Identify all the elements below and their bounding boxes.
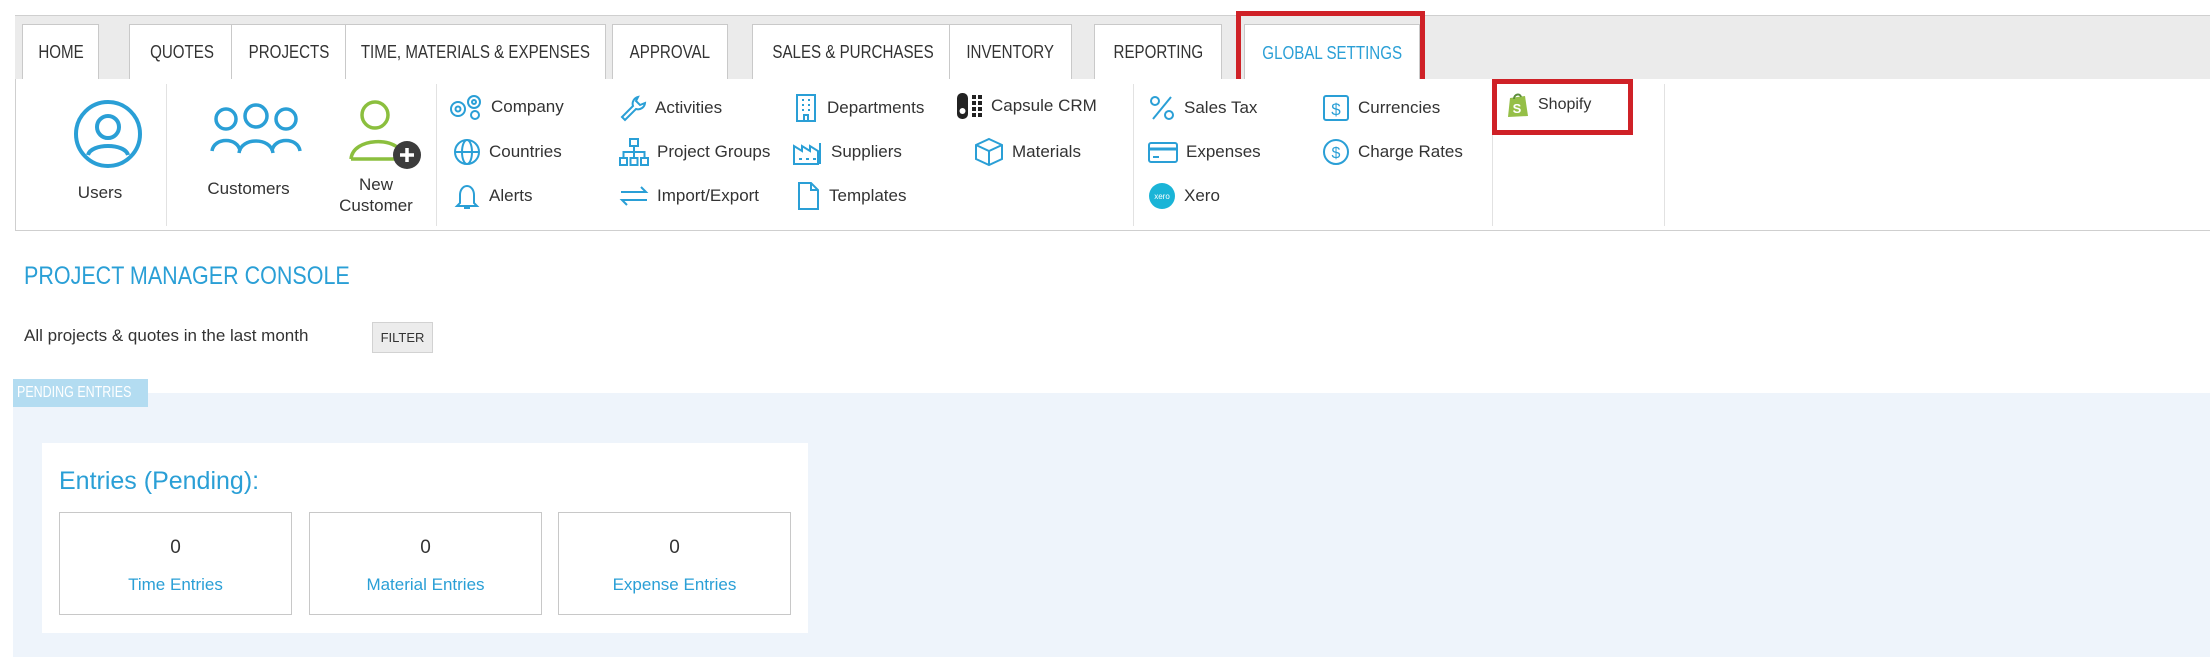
xero-button[interactable]: xero Xero	[1147, 181, 1220, 211]
material-entries-tile[interactable]: 0 Material Entries	[309, 512, 542, 615]
document-icon	[798, 182, 819, 210]
suppliers-button[interactable]: Suppliers	[792, 137, 902, 167]
add-user-icon	[348, 100, 421, 169]
capsule-crm-button[interactable]: Capsule CRM	[954, 91, 1097, 121]
dollar-square-icon: $	[1323, 95, 1349, 121]
tab-sales-purchases[interactable]: SALES & PURCHASES	[752, 24, 954, 80]
alerts-button[interactable]: Alerts	[452, 181, 532, 211]
capsule-crm-label: Capsule CRM	[991, 96, 1097, 115]
expenses-button[interactable]: Expenses	[1147, 137, 1261, 167]
time-entries-link[interactable]: Time Entries	[60, 575, 291, 595]
customers-label: Customers	[207, 179, 290, 198]
tab-approval[interactable]: APPROVAL	[612, 24, 728, 80]
departments-label: Departments	[827, 98, 925, 117]
pending-entries-tag: PENDING ENTRIES	[13, 379, 148, 407]
shopify-bag-icon: S	[1508, 93, 1528, 117]
templates-label: Templates	[829, 186, 907, 205]
shopify-button[interactable]: S Shopify	[1505, 91, 1591, 119]
tab-reporting[interactable]: REPORTING	[1094, 24, 1222, 80]
xero-logo-icon: xero	[1149, 183, 1175, 209]
tab-home[interactable]: HOME	[22, 24, 99, 80]
xero-label: Xero	[1184, 186, 1220, 205]
box-icon	[975, 137, 1003, 167]
departments-button[interactable]: Departments	[792, 93, 924, 123]
expense-entries-tile[interactable]: 0 Expense Entries	[558, 512, 791, 615]
new-customer-label-line2: Customer	[339, 196, 413, 215]
activities-label: Activities	[655, 98, 723, 117]
pending-entries-card: Entries (Pending): 0 Time Entries 0 Mate…	[42, 443, 808, 633]
users-label: Users	[77, 183, 123, 202]
user-icon	[73, 100, 142, 168]
company-label: Company	[491, 97, 564, 116]
tab-quotes[interactable]: QUOTES	[129, 24, 235, 80]
activities-button[interactable]: Activities	[618, 93, 722, 123]
templates-button[interactable]: Templates	[794, 181, 906, 211]
countries-button[interactable]: Countries	[452, 137, 562, 167]
customers-button[interactable]: Customers	[186, 99, 311, 199]
company-button[interactable]: Company	[448, 93, 564, 121]
time-entries-tile[interactable]: 0 Time Entries	[59, 512, 292, 615]
capsule-crm-icon	[957, 93, 982, 119]
users-button[interactable]: Users	[40, 97, 160, 203]
customers-icon	[209, 103, 302, 154]
expense-entries-link[interactable]: Expense Entries	[559, 575, 790, 595]
factory-icon	[793, 143, 821, 165]
svg-text:$: $	[1331, 100, 1341, 119]
countries-label: Countries	[489, 142, 562, 161]
project-groups-label: Project Groups	[657, 142, 771, 161]
wrench-icon	[620, 95, 647, 122]
globe-icon	[454, 139, 480, 165]
tab-projects[interactable]: PROJECTS	[231, 24, 348, 80]
material-entries-link[interactable]: Material Entries	[310, 575, 541, 595]
time-entries-count: 0	[170, 537, 181, 558]
expenses-label: Expenses	[1186, 142, 1261, 161]
svg-text:$: $	[1332, 145, 1341, 162]
project-groups-button[interactable]: Project Groups	[618, 137, 770, 167]
percent-icon	[1150, 96, 1174, 120]
swap-arrows-icon	[619, 186, 649, 206]
hierarchy-icon	[619, 138, 649, 166]
materials-label: Materials	[1012, 142, 1081, 161]
xero-badge-text: xero	[1154, 192, 1170, 201]
credit-card-icon	[1148, 142, 1178, 163]
tab-time-materials-expenses[interactable]: TIME, MATERIALS & EXPENSES	[345, 24, 606, 80]
main-tab-bar: HOME QUOTES PROJECTS TIME, MATERIALS & E…	[15, 15, 2210, 81]
new-customer-button[interactable]: New Customer	[316, 93, 436, 216]
tab-inventory[interactable]: INVENTORY	[949, 24, 1072, 80]
material-entries-count: 0	[420, 537, 431, 558]
tab-global-settings[interactable]: GLOBAL SETTINGS	[1244, 24, 1420, 81]
dollar-circle-icon: $	[1323, 139, 1349, 165]
filter-button[interactable]: FILTER	[372, 322, 433, 353]
currencies-button[interactable]: $ Currencies	[1321, 93, 1440, 123]
settings-ribbon: Users Customers New Customer Company Cou…	[15, 79, 2210, 231]
bell-icon	[454, 184, 480, 209]
date-range-description: All projects & quotes in the last month	[24, 326, 309, 345]
suppliers-label: Suppliers	[831, 142, 902, 161]
svg-text:S: S	[1513, 101, 1522, 116]
alerts-label: Alerts	[489, 186, 533, 205]
import-export-button[interactable]: Import/Export	[618, 181, 759, 211]
charge-rates-button[interactable]: $ Charge Rates	[1321, 137, 1463, 167]
shopify-label: Shopify	[1538, 96, 1592, 113]
sales-tax-label: Sales Tax	[1184, 98, 1258, 117]
card-title: Entries (Pending):	[59, 467, 260, 495]
materials-button[interactable]: Materials	[973, 137, 1081, 167]
building-icon	[796, 94, 816, 122]
import-export-label: Import/Export	[657, 186, 760, 205]
gears-icon	[450, 95, 481, 120]
sales-tax-button[interactable]: Sales Tax	[1147, 93, 1257, 123]
page-title: PROJECT MANAGER CONSOLE	[24, 262, 350, 290]
charge-rates-label: Charge Rates	[1358, 142, 1463, 161]
new-customer-label-line1: New	[358, 175, 393, 194]
currencies-label: Currencies	[1358, 98, 1441, 117]
expense-entries-count: 0	[669, 537, 680, 558]
